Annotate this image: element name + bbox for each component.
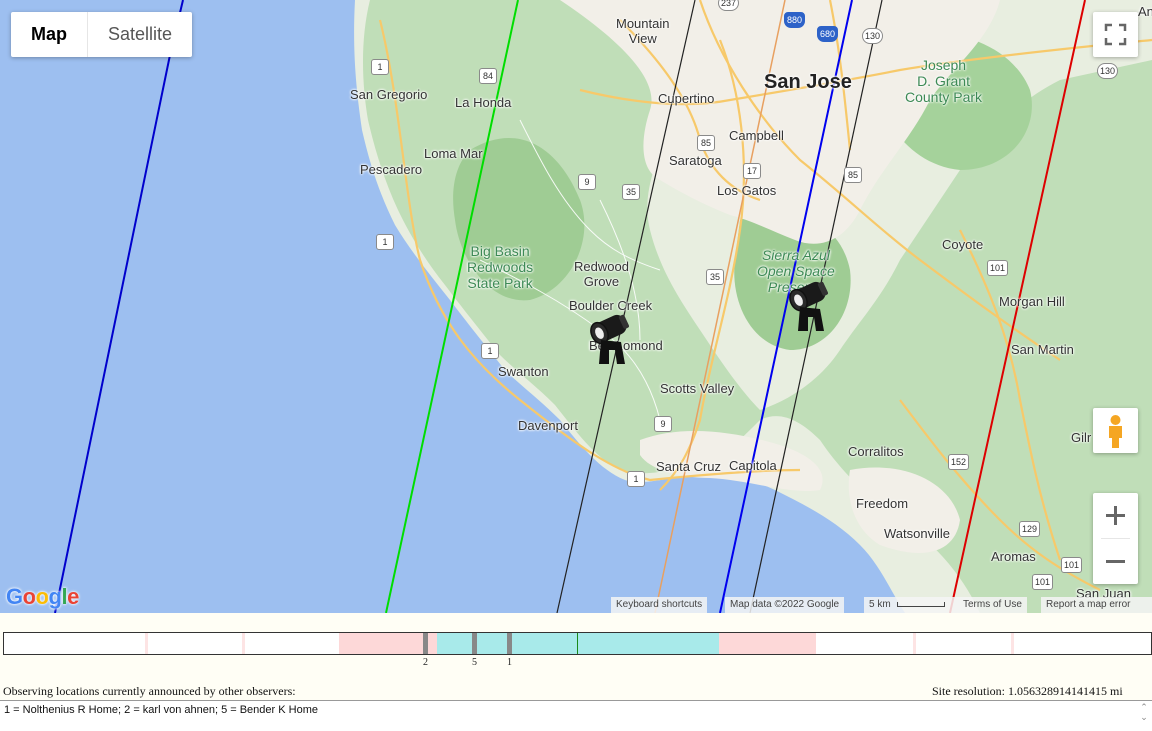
route-shield: 85 — [844, 167, 862, 183]
observer-tick[interactable] — [507, 633, 512, 654]
place-label: Davenport — [518, 418, 578, 433]
place-label: La Honda — [455, 95, 512, 110]
place-label: Scotts Valley — [660, 381, 735, 396]
route-shield: 35 — [706, 269, 724, 285]
route-shield: 130 — [862, 28, 884, 44]
route-shield: 680 — [817, 26, 839, 42]
google-logo: Google — [6, 584, 79, 609]
fullscreen-button[interactable] — [1093, 12, 1138, 57]
fullscreen-icon — [1104, 23, 1127, 46]
place-label: Campbell — [729, 128, 784, 143]
route-shield: 84 — [479, 68, 497, 84]
zoom-in-icon[interactable] — [1093, 493, 1138, 538]
scale-line — [897, 601, 946, 607]
tick-label: 1 — [507, 657, 512, 668]
place-label: Morgan Hill — [999, 294, 1065, 309]
timeline-segment — [242, 633, 245, 654]
route-shield: 1 — [481, 343, 499, 359]
zoom-control — [1093, 493, 1138, 584]
route-shield: 101 — [987, 260, 1009, 276]
timeline-segment — [145, 633, 148, 654]
route-shield: 152 — [948, 454, 970, 470]
zoom-out-icon[interactable] — [1093, 539, 1138, 584]
place-label: Gilr — [1071, 430, 1092, 445]
route-shield: 101 — [1061, 557, 1083, 573]
route-shield: 1 — [376, 234, 394, 250]
place-label: Coyote — [942, 237, 984, 252]
park-label: Joseph D. Grant County Park — [905, 57, 983, 105]
track-line-blue-west — [54, 54, 171, 613]
map-data-attribution: Map data ©2022 Google — [725, 597, 845, 613]
keyboard-shortcuts-link[interactable]: Keyboard shortcuts — [611, 597, 708, 613]
timeline-segment — [437, 633, 719, 654]
timeline-segment — [913, 633, 916, 654]
route-shield: 130 — [1097, 63, 1119, 79]
scrollbar[interactable]: ⌃ ⌄ — [1138, 702, 1150, 722]
observer-tick[interactable] — [423, 633, 428, 654]
place-label: Corralitos — [848, 444, 904, 459]
route-shield: 1 — [627, 471, 645, 487]
route-shield: 85 — [697, 135, 715, 151]
place-label: San Martin — [1011, 342, 1074, 357]
timeline-bar[interactable]: 2 5 1 — [3, 632, 1152, 668]
pegman-icon — [1109, 415, 1122, 448]
place-label: San Gregorio — [350, 87, 428, 102]
place-label: Swanton — [498, 364, 549, 379]
timeline-segment — [1011, 633, 1014, 654]
place-label: An — [1138, 4, 1152, 19]
place-label: Capitola — [729, 458, 777, 473]
telescope-icon[interactable] — [587, 304, 637, 368]
place-label: Saratoga — [669, 153, 722, 168]
terms-link[interactable]: Terms of Use — [958, 597, 1027, 613]
map-type-map-button[interactable]: Map — [11, 12, 87, 57]
site-resolution-label: Site resolution: 1.056328914141415 mi — [932, 684, 1123, 698]
place-label: Watsonville — [884, 526, 950, 541]
place-label: Mountain View — [616, 16, 670, 46]
timeline-center-line — [577, 633, 578, 654]
place-label: Aromas — [991, 549, 1036, 564]
route-shield: 1 — [371, 59, 389, 75]
map-view[interactable]: San Jose Mountain View San Gregorio La H… — [0, 0, 1152, 613]
route-shield: 9 — [578, 174, 596, 190]
route-shield: 35 — [622, 184, 640, 200]
city-label: San Jose — [764, 71, 852, 93]
park-label: Big Basin Redwoods State Park — [467, 243, 534, 291]
place-label: Freedom — [856, 496, 909, 511]
scale-bar[interactable]: 5 km — [864, 597, 958, 613]
observer-tick[interactable] — [472, 633, 477, 654]
route-shield: 129 — [1019, 521, 1041, 537]
place-label: Redwood Grove — [574, 259, 629, 289]
place-label: Pescadero — [360, 162, 423, 177]
observers-caption: Observing locations currently announced … — [3, 684, 296, 698]
observers-textarea[interactable]: 1 = Nolthenius R Home; 2 = karl von ahne… — [0, 700, 1152, 731]
route-shield: 101 — [1032, 574, 1054, 590]
report-error-link[interactable]: Report a map error — [1041, 597, 1152, 613]
scale-label: 5 km — [869, 599, 891, 610]
observers-text: 1 = Nolthenius R Home; 2 = karl von ahne… — [4, 704, 318, 716]
telescope-icon[interactable] — [786, 271, 836, 335]
tick-label: 5 — [472, 657, 477, 668]
timeline-segment — [719, 633, 816, 654]
map-type-satellite-button[interactable]: Satellite — [87, 12, 192, 57]
scroll-up-icon[interactable]: ⌃ — [1138, 702, 1150, 712]
route-shield: 880 — [784, 12, 806, 28]
map-type-control: Map Satellite — [11, 12, 193, 57]
tick-label: 2 — [423, 657, 428, 668]
scroll-down-icon[interactable]: ⌄ — [1138, 712, 1150, 722]
place-label: Cupertino — [658, 91, 715, 106]
place-label: Loma Mar — [424, 146, 483, 161]
place-label: Santa Cruz — [656, 459, 722, 474]
street-view-button[interactable] — [1093, 408, 1138, 453]
route-shield: 9 — [654, 416, 672, 432]
place-label: Los Gatos — [717, 183, 777, 198]
route-shield: 17 — [743, 163, 761, 179]
